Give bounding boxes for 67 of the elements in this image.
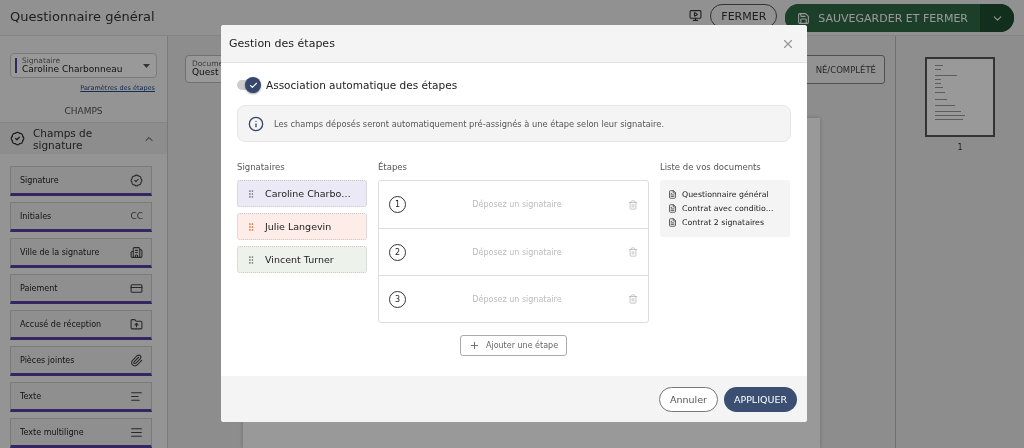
- field-icon: [130, 245, 143, 259]
- field-label: Texte multiligne: [20, 427, 84, 437]
- trash-icon[interactable]: [628, 199, 638, 210]
- apply-button[interactable]: APPLIQUER: [723, 386, 797, 412]
- drag-handle-icon[interactable]: [246, 188, 256, 199]
- drag-handle-icon[interactable]: [246, 221, 256, 232]
- caret-icon: [143, 63, 150, 68]
- section-title: CHAMPS: [64, 106, 103, 117]
- field-label: Signature: [20, 175, 59, 185]
- field-icon: [130, 389, 143, 403]
- add-step-button[interactable]: Ajouter une étape: [459, 335, 568, 356]
- field-item[interactable]: Initiales CC: [10, 202, 152, 232]
- signer-name: Caroline Charbo…: [265, 188, 351, 199]
- check-icon: [248, 80, 258, 90]
- signer-name: Julie Langevin: [265, 221, 332, 232]
- initials-label: CC: [130, 211, 143, 221]
- drag-handle-icon[interactable]: [246, 254, 256, 265]
- field-label: Texte: [20, 391, 42, 401]
- document-icon: [668, 204, 677, 213]
- column-heading: Signataires: [237, 162, 286, 172]
- field-item[interactable]: Texte multiligne: [10, 418, 152, 448]
- badge-check-icon: [10, 131, 25, 147]
- field-icon: [130, 353, 143, 367]
- plus-icon: [468, 340, 480, 351]
- drop-hint: Déposez un signataire: [471, 200, 563, 209]
- field-item[interactable]: Pièces jointes: [10, 346, 152, 376]
- signer-name: Vincent Turner: [265, 254, 334, 265]
- group-header[interactable]: Champs de signature: [0, 122, 167, 154]
- field-label: Accusé de réception: [20, 319, 102, 329]
- field-label: Initiales: [20, 211, 52, 221]
- field-item[interactable]: Ville de la signature: [10, 238, 152, 268]
- document-title: Questionnaire général: [10, 9, 156, 24]
- signer-card[interactable]: Caroline Charbo…: [237, 180, 367, 207]
- field-value: Caroline Charbonneau: [22, 64, 124, 75]
- field-item[interactable]: Signature: [10, 166, 152, 196]
- page-number: 1: [957, 143, 963, 152]
- field-item[interactable]: Accusé de réception: [10, 310, 152, 340]
- dialog-title: Gestion des étapes: [229, 37, 335, 50]
- field-label: Paiement: [20, 283, 58, 293]
- field-icon: [130, 425, 143, 439]
- field-label: Pièces jointes: [20, 355, 75, 365]
- drop-hint: Déposez un signataire: [471, 247, 563, 257]
- page-thumbnail[interactable]: [925, 57, 995, 137]
- field-item[interactable]: Texte: [10, 382, 152, 412]
- auto-association-switch[interactable]: [237, 80, 259, 90]
- text-lines-drawing: [935, 65, 965, 120]
- field-icon: [130, 317, 143, 331]
- document-icon: [668, 218, 677, 227]
- trash-icon[interactable]: [628, 247, 638, 257]
- preview-icon[interactable]: [689, 9, 703, 22]
- column-heading: Liste de vos documents: [660, 162, 762, 172]
- drop-hint: Déposez un signataire: [471, 294, 563, 304]
- save-menu-button[interactable]: [980, 4, 1014, 32]
- trash-icon[interactable]: [628, 294, 638, 304]
- field-value: Quest: [192, 68, 220, 79]
- document-icon: [668, 190, 677, 199]
- info-icon: [248, 115, 264, 132]
- field-icon: [130, 173, 143, 187]
- switch-label: Association automatique des étapes: [266, 79, 458, 91]
- field-label: Ville de la signature: [20, 247, 100, 257]
- signer-card[interactable]: Julie Langevin: [237, 213, 367, 240]
- cancel-button[interactable]: Annuler: [658, 386, 718, 412]
- info-text: Les champs déposés seront automatiquement pré-assignés à une étape selon leur signataire.: [274, 118, 665, 129]
- field-item[interactable]: Paiement: [10, 274, 152, 304]
- signer-card[interactable]: Vincent Turner: [237, 246, 367, 273]
- column-heading: Étapes: [378, 162, 408, 172]
- field-icon: [130, 281, 143, 295]
